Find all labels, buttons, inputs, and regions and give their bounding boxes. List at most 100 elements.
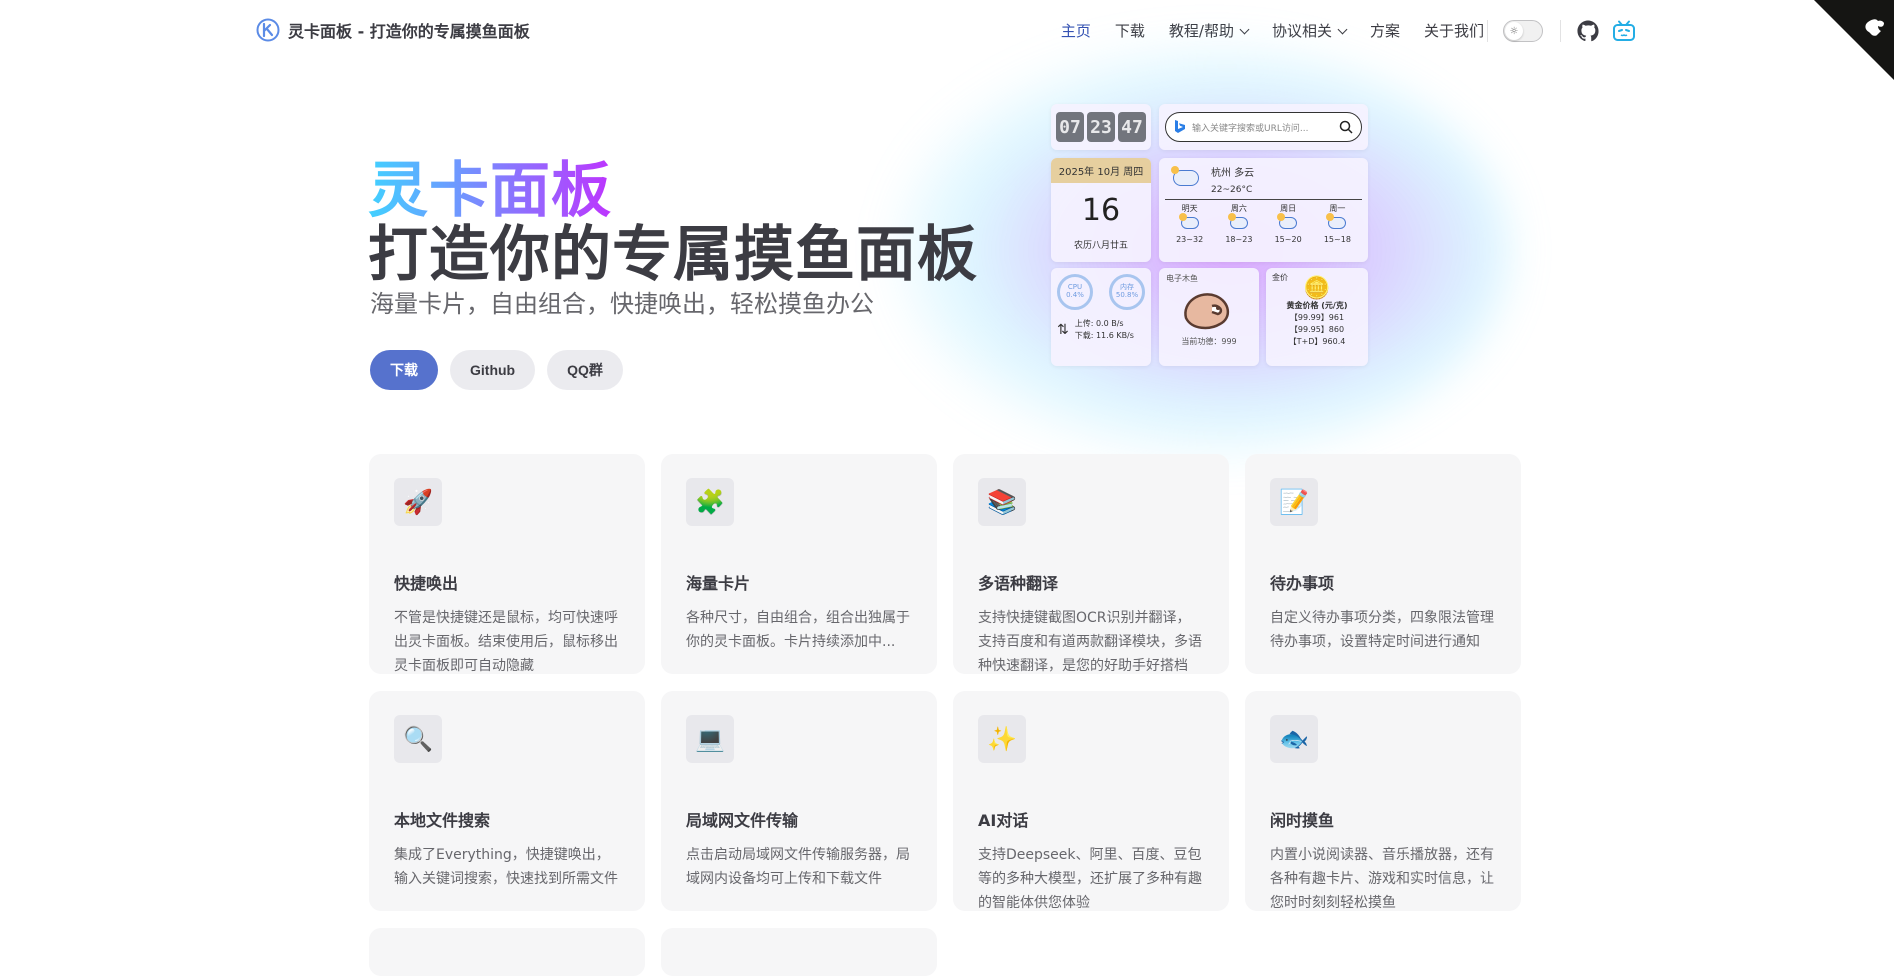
feature-card: 🧩 海量卡片 各种尺寸，自由组合，组合出独属于你的灵卡面板。卡片持续添加中...: [661, 454, 937, 674]
rain-cloud-icon: [1227, 212, 1248, 229]
preview-system-monitor: CPU 0.4% 内存 50.8% ⇅ 上传: 0.0 B/s 下载: 11.6 K…: [1051, 268, 1151, 366]
preview-gold-price: 金价 🪙 黄金价格 (元/克) 【99.99】961 【99.95】860 【T…: [1266, 268, 1368, 366]
forecast-day: 周一 15~18: [1324, 204, 1351, 245]
cloudy-sun-icon: [1171, 166, 1199, 186]
wooden-fish-merit: 当前功德：999: [1181, 337, 1237, 346]
chevron-down-icon: [1337, 24, 1348, 35]
preview-weather: 杭州 多云 22~26°C 明天 23~32 周六 18~23 周日 15~20 周一…: [1159, 158, 1368, 262]
sparkles-icon: ✨: [978, 715, 1026, 763]
feature-card: 💻 局域网文件传输 点击启动局域网文件传输服务器，局域网内设备均可上传和下载文件: [661, 691, 937, 911]
nav-divider: [1560, 20, 1561, 42]
forecast-temp: 15~20: [1274, 234, 1302, 244]
appearance-toggle[interactable]: ☼: [1503, 20, 1543, 42]
weather-city: 杭州 多云: [1211, 168, 1255, 179]
forecast-temp: 23~32: [1176, 234, 1204, 244]
top-nav: 灵卡面板 - 打造你的专属摸鱼面板 主页 下载 教程/帮助 协议相关 方案 关于…: [0, 0, 1894, 80]
clock-hour: 07: [1056, 112, 1084, 142]
gold-row: 【T+D】960.4: [1288, 337, 1346, 346]
bing-icon: [1175, 120, 1185, 133]
feature-title: 闲时摸鱼: [1270, 811, 1335, 830]
feature-details: 自定义待办事项分类，四象限法管理待办事项，设置特定时间进行通知: [1270, 610, 1494, 650]
forecast-day: 周日 15~20: [1275, 204, 1302, 245]
cpu-value: 0.4%: [1066, 291, 1084, 299]
preview-search-placeholder: 输入关键字搜索或URL访问...: [1192, 123, 1309, 134]
nav-item-tutorial[interactable]: 教程/帮助: [1168, 20, 1250, 41]
feature-details: 点击启动局域网文件传输服务器，局域网内设备均可上传和下载文件: [686, 847, 910, 887]
github-button[interactable]: Github: [450, 350, 536, 390]
hero-preview-image: 07 23 47 输入关键字搜索或URL访问... 2025年 10月 周四 1…: [1051, 104, 1368, 366]
wooden-fish-icon: [1184, 293, 1229, 330]
nav-item-about[interactable]: 关于我们: [1424, 20, 1484, 41]
feature-card: 🔍 本地文件搜索 集成了Everything，快捷键唤出，输入关键词搜索，快速找…: [369, 691, 645, 911]
feature-details: 内置小说阅读器、音乐播放器，还有各种有趣卡片、游戏和实时信息，让您时时刻刻轻松摸…: [1270, 847, 1494, 911]
nav-item-plans[interactable]: 方案: [1370, 20, 1400, 41]
feature-title: 本地文件搜索: [394, 811, 491, 830]
hero-tagline: 海量卡片，自由组合，快捷唤出，轻松摸鱼办公: [370, 290, 874, 318]
preview-search-box: 输入关键字搜索或URL访问...: [1165, 112, 1362, 142]
feature-card: [369, 928, 645, 976]
laptop-icon: 💻: [686, 715, 734, 763]
nav-item-home[interactable]: 主页: [1061, 20, 1091, 41]
features-grid: 🚀 快捷唤出 不管是快捷键还是鼠标，均可快速呼出灵卡面板。结束使用后，鼠标移出灵…: [369, 454, 1522, 976]
sun-icon: ☼: [1505, 22, 1523, 40]
forecast-day: 明天 23~32: [1176, 204, 1203, 245]
wooden-fish-label: 电子木鱼: [1166, 274, 1198, 283]
brand-title: 灵卡面板 - 打造你的专属摸鱼面板: [288, 22, 530, 41]
download-button[interactable]: 下载: [370, 350, 438, 390]
feature-title: 快捷唤出: [394, 574, 459, 593]
feature-card: 🐟 闲时摸鱼 内置小说阅读器、音乐播放器，还有各种有趣卡片、游戏和实时信息，让您…: [1245, 691, 1521, 911]
memory-ring: 内存 50.8%: [1109, 274, 1145, 310]
nav-item-tutorial-label: 教程/帮助: [1168, 22, 1234, 40]
feature-card: 📝 待办事项 自定义待办事项分类，四象限法管理待办事项，设置特定时间进行通知: [1245, 454, 1521, 674]
gold-row: 【99.99】961: [1289, 313, 1345, 322]
cpu-ring: CPU 0.4%: [1057, 274, 1093, 310]
feature-title: 多语种翻译: [978, 574, 1059, 593]
preview-search: 输入关键字搜索或URL访问...: [1159, 104, 1368, 150]
cloudy-sun-icon: [1326, 212, 1347, 229]
github-icon[interactable]: [1577, 20, 1599, 42]
nav-item-download[interactable]: 下载: [1115, 20, 1145, 41]
download-speed: 下载: 11.6 KB/s: [1074, 331, 1134, 340]
feature-title: 待办事项: [1270, 574, 1335, 593]
feature-details: 不管是快捷键还是鼠标，均可快速呼出灵卡面板。结束使用后，鼠标移出灵卡面板即可自动…: [394, 610, 618, 674]
weather-forecast: 明天 23~32 周六 18~23 周日 15~20 周一 15~18: [1165, 204, 1362, 245]
weather-temp: 22~26°C: [1211, 185, 1253, 195]
search-icon: [1339, 120, 1353, 134]
feature-details: 支持Deepseek、阿里、百度、豆包等的多种大模型，还扩展了多种有趣的智能体供…: [978, 847, 1202, 911]
feature-title: AI对话: [978, 811, 1029, 830]
gold-row: 【99.95】860: [1289, 325, 1345, 334]
date-header: 2025年 10月 周四: [1051, 158, 1151, 183]
cloudy-sun-icon: [1277, 212, 1298, 229]
lingka-logo-icon: [256, 18, 280, 42]
up-down-arrows-icon: ⇅: [1057, 322, 1069, 338]
memo-icon: 📝: [1270, 478, 1318, 526]
memory-value: 50.8%: [1115, 291, 1139, 299]
date-day: 16: [1081, 193, 1121, 228]
brand-link[interactable]: 灵卡面板 - 打造你的专属摸鱼面板: [256, 18, 530, 42]
feature-title: 海量卡片: [686, 574, 751, 593]
hero-actions: 下载 Github QQ群: [370, 350, 623, 390]
bilibili-icon[interactable]: [1612, 19, 1636, 43]
nav-item-protocol[interactable]: 协议相关: [1271, 20, 1348, 41]
github-corner-icon[interactable]: [1814, 0, 1894, 80]
forecast-temp: 18~23: [1225, 234, 1253, 244]
rocket-icon: 🚀: [394, 478, 442, 526]
nav-item-protocol-label: 协议相关: [1271, 22, 1332, 40]
forecast-temp: 15~18: [1323, 234, 1351, 244]
preview-wooden-fish: 电子木鱼 当前功德：999: [1159, 268, 1259, 366]
feature-details: 集成了Everything，快捷键唤出，输入关键词搜索，快速找到所需文件: [394, 847, 618, 887]
puzzle-icon: 🧩: [686, 478, 734, 526]
feature-details: 支持快捷键截图OCR识别并翻译，支持百度和有道两款翻译模块，多语种快速翻译，是您…: [978, 610, 1202, 674]
feature-title: 局域网文件传输: [686, 811, 799, 830]
gold-title: 黄金价格 (元/克): [1286, 301, 1348, 310]
preview-date: 2025年 10月 周四 16 农历八月廿五: [1051, 158, 1151, 262]
feature-card: 📚 多语种翻译 支持快捷键截图OCR识别并翻译，支持百度和有道两款翻译模块，多语…: [953, 454, 1229, 674]
network-speed: ⇅ 上传: 0.0 B/s 下载: 11.6 KB/s: [1057, 318, 1145, 342]
qq-group-button[interactable]: QQ群: [547, 350, 623, 390]
hero-text: 打造你的专属摸鱼面板: [368, 220, 978, 290]
cloudy-sun-icon: [1178, 212, 1199, 229]
magnifier-icon: 🔍: [394, 715, 442, 763]
preview-clock: 07 23 47: [1051, 104, 1151, 150]
date-lunar: 农历八月廿五: [1073, 241, 1128, 251]
weather-current: 杭州 多云 22~26°C: [1165, 164, 1362, 200]
